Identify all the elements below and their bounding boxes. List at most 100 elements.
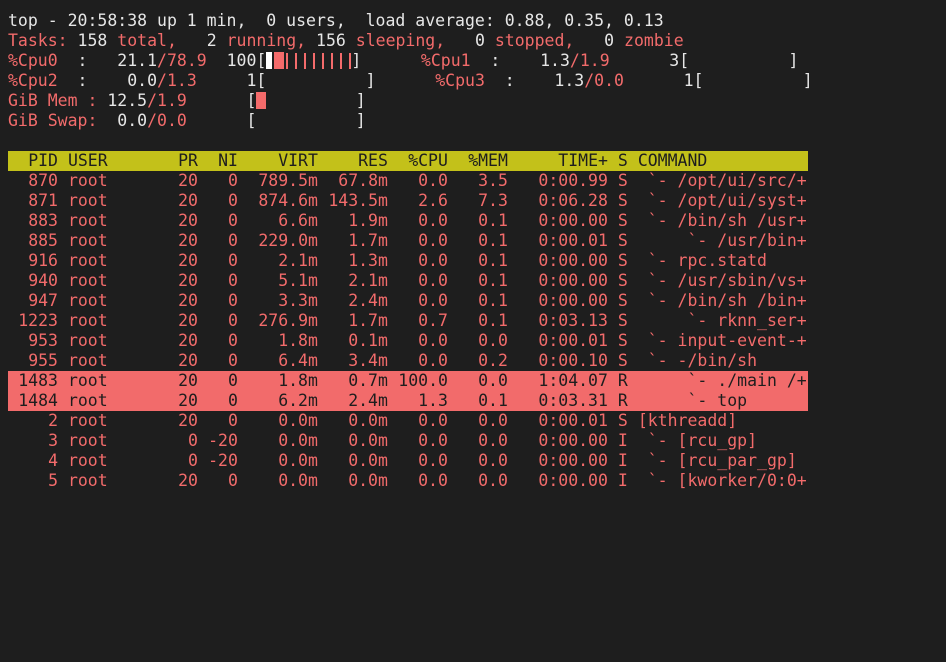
cell-state: S	[617, 271, 628, 290]
process-row[interactable]: 1484 root 20 0 6.2m 2.4m 1.3 0.1 0:03.31 R `- t…	[8, 391, 808, 411]
tasks-stopped: 0	[474, 31, 485, 50]
cell-pid: 916	[28, 251, 58, 270]
cell-ni: 0	[228, 331, 238, 350]
cell-virt: 2.1m	[278, 251, 318, 270]
cell-cpu: 0.0	[418, 351, 448, 370]
cell-res: 1.7m	[348, 311, 388, 330]
cell-virt: 0.0m	[278, 471, 318, 490]
process-row[interactable]: 1483 root 20 0 1.8m 0.7m 100.0 0.0 1:04.07 R `-…	[8, 371, 808, 391]
cell-cpu: 0.0	[418, 411, 448, 430]
cell-virt: 3.3m	[278, 291, 318, 310]
cell-pid: 5	[48, 471, 58, 490]
cell-time: 0:00.00	[538, 471, 608, 490]
cpu1-sys: 1.9	[579, 51, 610, 70]
cell-user: root	[67, 231, 108, 250]
cell-ni: -20	[208, 451, 238, 470]
process-row[interactable]: 5 root 20 0 0.0m 0.0m 0.0 0.0 0:00.00 I `- [kwo…	[8, 471, 808, 491]
col-cpu[interactable]: %CPU	[388, 151, 448, 171]
process-row[interactable]: 955 root 20 0 6.4m 3.4m 0.0 0.2 0:00.10 S `- -/…	[8, 351, 808, 371]
cell-time: 0:00.00	[538, 451, 608, 470]
cpu0-label: %Cpu0	[8, 51, 58, 70]
terminal-window[interactable]: top - 20:58:38 up 1 min, 0 users, load a…	[0, 0, 946, 662]
cpu0-pct: 100	[226, 51, 257, 70]
cpu3-label: %Cpu3	[435, 71, 485, 90]
cell-res: 0.0m	[348, 451, 388, 470]
cell-user: root	[67, 171, 108, 190]
cell-time: 0:00.01	[538, 331, 608, 350]
cell-command: `- /opt/ui/src/+	[637, 171, 807, 190]
cell-state: S	[617, 291, 628, 310]
process-row[interactable]: 3 root 0 -20 0.0m 0.0m 0.0 0.0 0:00.00 I `- [rc…	[8, 431, 808, 451]
cell-command: `- /bin/sh /usr+	[637, 211, 807, 230]
cell-state: R	[617, 391, 628, 410]
cell-res: 0.1m	[348, 331, 388, 350]
col-res[interactable]: RES	[318, 151, 388, 171]
process-row[interactable]: 947 root 20 0 3.3m 2.4m 0.0 0.1 0:00.00 S `- /b…	[8, 291, 808, 311]
process-row[interactable]: 4 root 0 -20 0.0m 0.0m 0.0 0.0 0:00.00 I `- [rc…	[8, 451, 808, 471]
cell-mem: 0.1	[478, 251, 508, 270]
process-row[interactable]: 916 root 20 0 2.1m 1.3m 0.0 0.1 0:00.00 S `- rp…	[8, 251, 808, 271]
cell-res: 0.0m	[348, 471, 388, 490]
cpu3-user: 1.3	[554, 71, 585, 90]
cell-state: I	[617, 451, 628, 470]
cpu-line-0: %Cpu0 : 21.1/78.9 100[] %Cpu1 : 1.3/1.9 …	[8, 51, 799, 70]
process-row[interactable]: 940 root 20 0 5.1m 2.1m 0.0 0.1 0:00.00 S `- /u…	[8, 271, 808, 291]
cell-pr: 20	[178, 251, 198, 270]
cell-cpu: 0.0	[418, 471, 448, 490]
cell-cpu: 0.7	[418, 311, 448, 330]
cell-state: I	[617, 431, 628, 450]
process-row[interactable]: 1223 root 20 0 276.9m 1.7m 0.7 0.1 0:03.13 S `-…	[8, 311, 808, 331]
cell-user: root	[67, 451, 108, 470]
tasks-stopped-label: stopped,	[494, 31, 575, 50]
cell-mem: 0.0	[478, 431, 508, 450]
cell-cpu: 2.6	[418, 191, 448, 210]
cell-res: 2.1m	[348, 271, 388, 290]
process-row[interactable]: 885 root 20 0 229.0m 1.7m 0.0 0.1 0:00.01 S `- …	[8, 231, 808, 251]
cell-pid: 1483	[18, 371, 58, 390]
cell-state: S	[617, 311, 628, 330]
cell-res: 2.4m	[348, 291, 388, 310]
process-row[interactable]: 883 root 20 0 6.6m 1.9m 0.0 0.1 0:00.00 S `- /b…	[8, 211, 808, 231]
col-command[interactable]: COMMAND	[638, 151, 708, 170]
cell-ni: 0	[228, 231, 238, 250]
col-time[interactable]: TIME+	[508, 151, 608, 171]
cell-mem: 3.5	[478, 171, 508, 190]
cell-pr: 20	[178, 331, 198, 350]
cell-time: 0:00.00	[538, 211, 608, 230]
col-user[interactable]: USER	[68, 151, 148, 171]
process-row[interactable]: 2 root 20 0 0.0m 0.0m 0.0 0.0 0:00.01 S [kthrea…	[8, 411, 808, 431]
cell-cpu: 0.0	[418, 231, 448, 250]
col-mem[interactable]: %MEM	[448, 151, 508, 171]
cell-ni: 0	[228, 251, 238, 270]
cell-time: 1:04.07	[538, 371, 608, 390]
cell-ni: 0	[228, 411, 238, 430]
col-pr[interactable]: PR	[148, 151, 198, 171]
process-row[interactable]: 953 root 20 0 1.8m 0.1m 0.0 0.0 0:00.01 S `- in…	[8, 331, 808, 351]
col-virt[interactable]: VIRT	[238, 151, 318, 171]
cell-command: `- [kworker/0:0+	[637, 471, 807, 490]
process-row[interactable]: 870 root 20 0 789.5m 67.8m 0.0 3.5 0:00.99 S `-…	[8, 171, 808, 191]
cell-pid: 870	[28, 171, 58, 190]
swap-label: GiB Swap:	[8, 111, 98, 130]
cpu1-label: %Cpu1	[420, 51, 471, 70]
cell-pid: 953	[28, 331, 58, 350]
cell-mem: 7.3	[478, 191, 508, 210]
cell-virt: 6.6m	[278, 211, 318, 230]
col-state[interactable]: S	[618, 151, 628, 171]
cell-virt: 6.4m	[278, 351, 318, 370]
process-table-header: PID USER PR NI VIRT RES %CPU %MEM TIME+ S COMMA…	[8, 151, 808, 171]
cell-pr: 20	[178, 351, 198, 370]
cell-command: `- top	[637, 391, 748, 410]
cell-pid: 885	[28, 231, 58, 250]
cell-mem: 0.1	[478, 291, 508, 310]
col-ni[interactable]: NI	[198, 151, 238, 171]
mem-label: GiB Mem :	[8, 91, 98, 110]
cell-res: 2.4m	[348, 391, 388, 410]
process-row[interactable]: 871 root 20 0 874.6m 143.5m 2.6 7.3 0:06.28 S `…	[8, 191, 808, 211]
col-pid[interactable]: PID	[8, 151, 58, 171]
cell-pr: 0	[188, 451, 198, 470]
cell-pr: 20	[178, 171, 198, 190]
cell-command: `- ./main /+	[637, 371, 807, 390]
cell-pid: 947	[28, 291, 58, 310]
swap-line: GiB Swap: 0.0/0.0 [ ]	[8, 111, 366, 130]
